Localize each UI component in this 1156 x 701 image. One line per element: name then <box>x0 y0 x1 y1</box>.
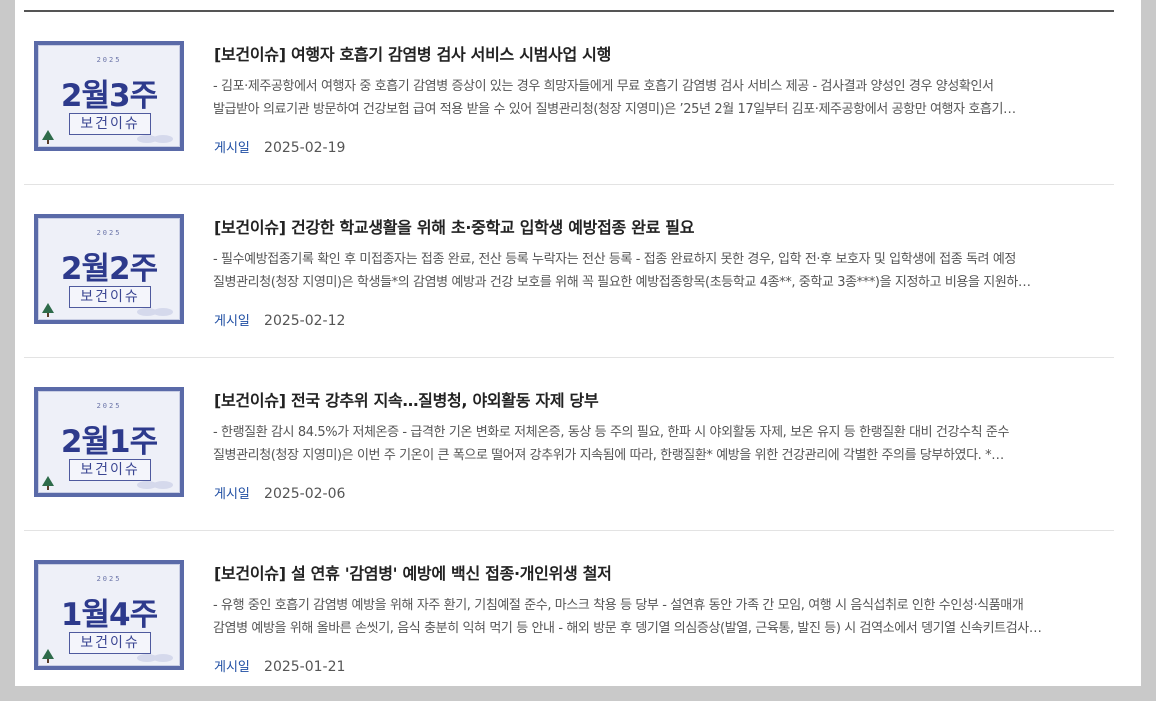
post-summary: - 김포·제주공항에서 여행자 중 호흡기 감염병 증상이 있는 경우 희망자들… <box>213 75 1103 121</box>
summary-line: 질병관리청(청장 지영미)은 학생들*의 감염병 예방과 건강 보호를 위해 꼭… <box>213 275 1031 290</box>
summary-line: - 유행 중인 호흡기 감염병 예방을 위해 자주 환기, 기침예절 준수, 마… <box>213 598 1024 613</box>
tree-icon <box>42 476 54 490</box>
summary-line: - 한랭질환 감시 84.5%가 저체온증 - 급격한 기온 변화로 저체온증,… <box>213 425 1010 440</box>
date-label: 게시일 <box>214 141 250 156</box>
thumbnail-card: 2025 2월2주 보건이슈 <box>38 218 180 320</box>
post-summary: - 유행 중인 호흡기 감염병 예방을 위해 자주 환기, 기침예절 준수, 마… <box>213 594 1103 640</box>
post-title[interactable]: [보건이슈] 건강한 학교생활을 위해 초·중학교 입학생 예방접종 완료 필요 <box>214 214 694 238</box>
thumbnail-year: 2025 <box>96 402 122 410</box>
summary-line: 발급받아 의료기관 방문하여 건강보험 급여 적용 받을 수 있어 질병관리청(… <box>213 102 1016 117</box>
post-meta: 게시일 2025-02-12 <box>214 310 345 329</box>
thumbnail-week: 2월2주 <box>60 251 158 287</box>
thumbnail-tag: 보건이슈 <box>69 632 151 654</box>
post-thumbnail[interactable]: 2025 2월2주 보건이슈 <box>34 214 184 324</box>
post-thumbnail[interactable]: 2025 2월1주 보건이슈 <box>34 387 184 497</box>
cloud-icon <box>137 481 173 489</box>
thumbnail-card: 2025 1월4주 보건이슈 <box>38 564 180 666</box>
list-item[interactable]: 2025 1월4주 보건이슈 [보건이슈] 설 연휴 '감염병' 예방에 백신 … <box>24 531 1114 701</box>
thumbnail-tag: 보건이슈 <box>69 286 151 308</box>
post-thumbnail[interactable]: 2025 1월4주 보건이슈 <box>34 560 184 670</box>
thumbnail-year: 2025 <box>96 56 122 64</box>
list-item[interactable]: 2025 2월2주 보건이슈 [보건이슈] 건강한 학교생활을 위해 초·중학교… <box>24 185 1114 358</box>
post-date: 2025-02-19 <box>264 140 346 156</box>
thumbnail-card: 2025 2월3주 보건이슈 <box>38 45 180 147</box>
tree-icon <box>42 130 54 144</box>
date-label: 게시일 <box>214 487 250 502</box>
thumbnail-tag: 보건이슈 <box>69 113 151 135</box>
thumbnail-week: 2월1주 <box>60 424 158 460</box>
post-summary: - 한랭질환 감시 84.5%가 저체온증 - 급격한 기온 변화로 저체온증,… <box>213 421 1103 467</box>
post-date: 2025-02-06 <box>264 486 346 502</box>
cloud-icon <box>137 135 173 143</box>
cloud-icon <box>137 654 173 662</box>
thumbnail-year: 2025 <box>96 229 122 237</box>
tree-icon <box>42 649 54 663</box>
summary-line: 감염병 예방을 위해 올바른 손씻기, 음식 충분히 익혀 먹기 등 안내 - … <box>213 621 1042 636</box>
post-meta: 게시일 2025-02-19 <box>214 137 345 156</box>
cloud-icon <box>137 308 173 316</box>
thumbnail-year: 2025 <box>96 575 122 583</box>
thumbnail-tag: 보건이슈 <box>69 459 151 481</box>
date-label: 게시일 <box>214 660 250 675</box>
post-thumbnail[interactable]: 2025 2월3주 보건이슈 <box>34 41 184 151</box>
post-title[interactable]: [보건이슈] 여행자 호흡기 감염병 검사 서비스 시범사업 시행 <box>214 41 611 65</box>
thumbnail-card: 2025 2월1주 보건이슈 <box>38 391 180 493</box>
list-item[interactable]: 2025 2월3주 보건이슈 [보건이슈] 여행자 호흡기 감염병 검사 서비스… <box>24 12 1114 185</box>
news-list-panel: 2025 2월3주 보건이슈 [보건이슈] 여행자 호흡기 감염병 검사 서비스… <box>15 0 1141 686</box>
summary-line: - 김포·제주공항에서 여행자 중 호흡기 감염병 증상이 있는 경우 희망자들… <box>213 79 994 94</box>
summary-line: - 필수예방접종기록 확인 후 미접종자는 접종 완료, 전산 등록 누락자는 … <box>213 252 1016 267</box>
list-item[interactable]: 2025 2월1주 보건이슈 [보건이슈] 전국 강추위 지속…질병청, 야외활… <box>24 358 1114 531</box>
post-meta: 게시일 2025-01-21 <box>214 656 345 675</box>
post-meta: 게시일 2025-02-06 <box>214 483 345 502</box>
post-summary: - 필수예방접종기록 확인 후 미접종자는 접종 완료, 전산 등록 누락자는 … <box>213 248 1103 294</box>
summary-line: 질병관리청(청장 지영미)은 이번 주 기온이 큰 폭으로 떨어져 강추위가 지… <box>213 448 1004 463</box>
post-title[interactable]: [보건이슈] 설 연휴 '감염병' 예방에 백신 접종·개인위생 철저 <box>214 560 612 584</box>
post-date: 2025-01-21 <box>264 659 346 675</box>
thumbnail-week: 2월3주 <box>60 78 158 114</box>
thumbnail-week: 1월4주 <box>60 597 158 633</box>
post-title[interactable]: [보건이슈] 전국 강추위 지속…질병청, 야외활동 자제 당부 <box>214 387 599 411</box>
date-label: 게시일 <box>214 314 250 329</box>
post-date: 2025-02-12 <box>264 313 346 329</box>
tree-icon <box>42 303 54 317</box>
